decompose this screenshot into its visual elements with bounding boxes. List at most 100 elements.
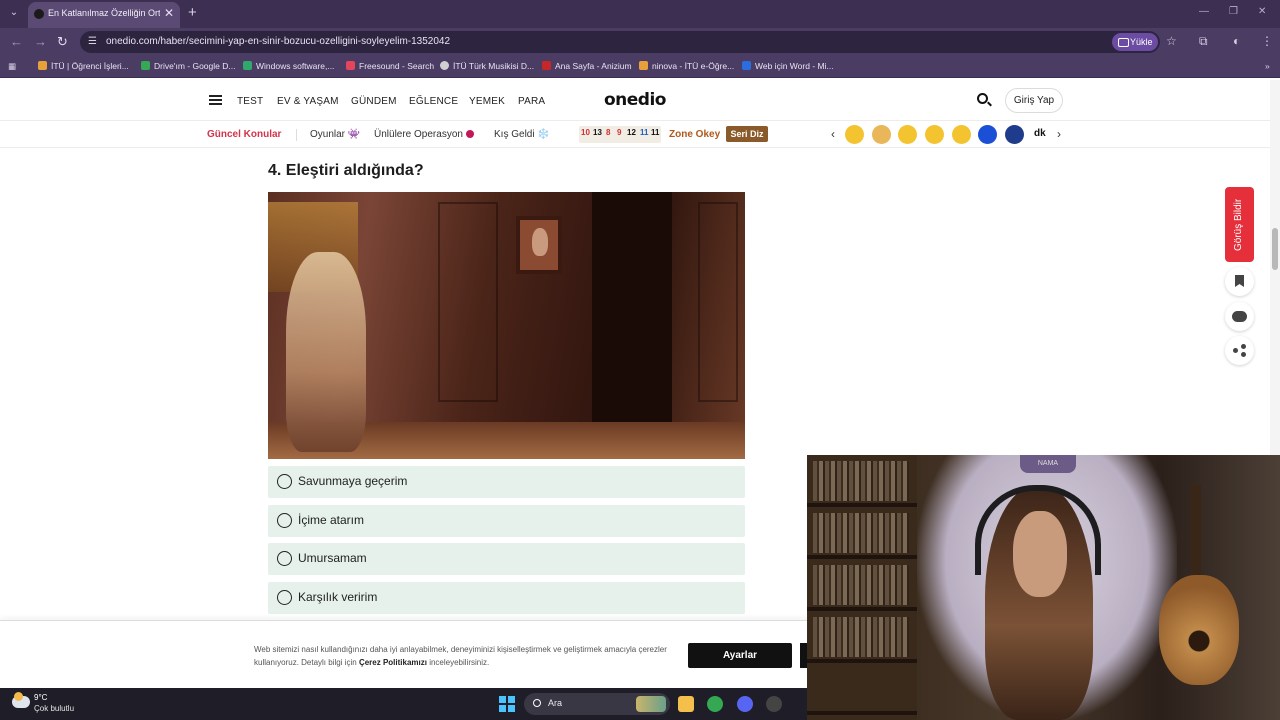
onedio-logo[interactable]: onedio (604, 90, 667, 110)
nav-ev-yasam[interactable]: EV & YAŞAM (277, 96, 339, 107)
zone-okey-label[interactable]: Zone Okey (669, 129, 720, 140)
upload-button[interactable]: Yükle (1112, 33, 1158, 51)
bookmark-item[interactable]: ninova - İTÜ e-Öğre... (639, 61, 734, 71)
apps-grid-icon[interactable]: ▦ (8, 61, 16, 72)
back-arrow-icon[interactable]: ← (10, 34, 23, 49)
portrait-frame (516, 216, 562, 274)
bookmark-item[interactable]: Freesound - Search (346, 61, 434, 71)
bookmark-item[interactable]: İTÜ | Öğrenci İşleri... (38, 61, 129, 71)
tab-close-icon[interactable]: ✕ (164, 6, 174, 20)
search-icon[interactable] (977, 93, 988, 104)
answer-option[interactable]: Savunmaya geçerim (268, 466, 745, 498)
obs-icon[interactable] (766, 696, 782, 712)
share-node (1233, 348, 1238, 353)
freesound-favicon-icon (346, 61, 355, 70)
answer-option[interactable]: Umursamam (268, 543, 745, 575)
hamburger-menu-icon[interactable] (209, 95, 222, 105)
radio-button-icon[interactable] (277, 474, 292, 489)
scrollbar-thumb[interactable] (1272, 228, 1278, 270)
chevron-right-icon[interactable]: › (1057, 127, 1061, 141)
windows-start-icon[interactable] (499, 696, 515, 712)
bookmark-item[interactable]: Ana Sayfa - Anizium (542, 61, 632, 71)
radio-button-icon[interactable] (277, 590, 292, 605)
site-header: TEST EV & YAŞAM GÜNDEM EĞLENCE YEMEK PAR… (0, 80, 1270, 121)
browser-tab-active[interactable]: En Katlanılmaz Özelliğin Ortaya ✕ (28, 2, 180, 28)
minimize-window-icon[interactable]: — (1199, 6, 1209, 17)
taskbar-search[interactable]: Ara (524, 693, 670, 715)
dk-brand-icon[interactable]: dk (1034, 128, 1046, 139)
save-bookmark-button[interactable] (1225, 267, 1254, 296)
bookmark-favicon-icon (243, 61, 252, 70)
bookmark-item[interactable]: Web için Word - Mi... (742, 61, 834, 71)
answer-option[interactable]: Karşılık veririm (268, 582, 745, 614)
cookie-policy-link[interactable]: Çerez Politikamızı (359, 658, 427, 667)
forward-arrow-icon[interactable]: → (34, 34, 47, 49)
weather-cloud-icon[interactable] (12, 692, 30, 708)
browser-menu-icon[interactable]: ⋮ (1261, 34, 1273, 48)
current-topics-label[interactable]: Güncel Konular (207, 129, 281, 140)
maximize-window-icon[interactable]: ❐ (1229, 6, 1238, 17)
bookmark-label: Drive'ım - Google D... (154, 61, 236, 71)
okey-tiles-banner[interactable]: 10 13 8 9 12 11 11 (579, 126, 661, 143)
bookmarks-bar: ▦ İTÜ | Öğrenci İşleri... Drive'ım - Goo… (0, 56, 1280, 78)
nav-para[interactable]: PARA (518, 96, 545, 107)
topic-winter[interactable]: Kış Geldi ❄️ (494, 129, 550, 140)
start-tile (499, 705, 506, 712)
bookmark-item[interactable]: İTÜ Türk Musikisi D... (440, 61, 534, 71)
dark-doorway (592, 192, 672, 432)
answer-option[interactable]: İçime atarım (268, 505, 745, 537)
okey-tile: 13 (593, 128, 602, 137)
extensions-icon[interactable]: ⧉ (1199, 34, 1208, 49)
paw-emoji-icon[interactable] (872, 125, 891, 144)
start-tile (508, 696, 515, 703)
topic-games[interactable]: Oyunlar 👾 (310, 129, 360, 140)
brand-navy-icon[interactable] (1005, 125, 1024, 144)
new-tab-button[interactable]: + (188, 4, 197, 21)
comments-button[interactable] (1225, 302, 1254, 331)
topic-celebrity-operation[interactable]: Ünlülere Operasyon (374, 129, 474, 140)
onedio-favicon-icon (34, 9, 44, 19)
weather-condition[interactable]: Çok bulutlu (34, 704, 74, 713)
nav-yemek[interactable]: YEMEK (469, 96, 505, 107)
bookmark-item[interactable]: Drive'ım - Google D... (141, 61, 235, 71)
site-info-icon[interactable]: ☰ (88, 36, 100, 48)
url-text[interactable]: onedio.com/haber/secimini-yap-en-sinir-b… (106, 36, 450, 47)
weather-temperature[interactable]: 9°C (34, 693, 47, 702)
bookmark-label: Windows software,... (256, 61, 335, 71)
reload-icon[interactable]: ↻ (57, 34, 68, 50)
radio-button-icon[interactable] (277, 513, 292, 528)
bookshelf (807, 455, 917, 720)
brand-blue-icon[interactable] (978, 125, 997, 144)
nav-eglence[interactable]: EĞLENCE (409, 96, 458, 107)
bookmark-star-icon[interactable]: ☆ (1166, 34, 1177, 48)
seri-diz-button[interactable]: Seri Diz (726, 126, 768, 142)
comment-icon (1232, 311, 1247, 322)
answer-label: İçime atarım (298, 513, 365, 527)
file-explorer-icon[interactable] (678, 696, 694, 712)
close-window-icon[interactable]: ✕ (1258, 6, 1266, 17)
share-node (1241, 344, 1246, 349)
guitar-neck (1191, 485, 1201, 585)
share-button[interactable] (1225, 336, 1254, 365)
address-bar[interactable]: ☰ onedio.com/haber/secimini-yap-en-sinir… (80, 31, 1160, 53)
radio-button-icon[interactable] (277, 551, 292, 566)
nav-test[interactable]: TEST (237, 96, 263, 107)
cookie-settings-button[interactable]: Ayarlar (688, 643, 792, 668)
feedback-button[interactable]: Görüş Bildir (1225, 187, 1254, 262)
sad-emoji-icon[interactable] (925, 125, 944, 144)
chrome-icon[interactable] (707, 696, 723, 712)
okey-tile: 12 (627, 128, 636, 137)
smile-emoji-icon[interactable] (952, 125, 971, 144)
bookmark-label: İTÜ | Öğrenci İşleri... (51, 61, 129, 71)
heart-eyes-emoji-icon[interactable] (898, 125, 917, 144)
bookmarks-overflow-icon[interactable]: » (1265, 61, 1270, 71)
profile-avatar-icon[interactable]: ◐ (1233, 34, 1240, 48)
discord-icon[interactable] (737, 696, 753, 712)
gamepad-emoji-icon[interactable] (845, 125, 864, 144)
login-button[interactable]: Giriş Yap (1005, 88, 1063, 113)
tab-search-chevron-icon[interactable]: ⌄ (6, 5, 22, 21)
chevron-left-icon[interactable]: ‹ (831, 127, 835, 141)
nav-gundem[interactable]: GÜNDEM (351, 96, 397, 107)
okey-tile: 10 (581, 128, 590, 137)
bookmark-item[interactable]: Windows software,... (243, 61, 334, 71)
